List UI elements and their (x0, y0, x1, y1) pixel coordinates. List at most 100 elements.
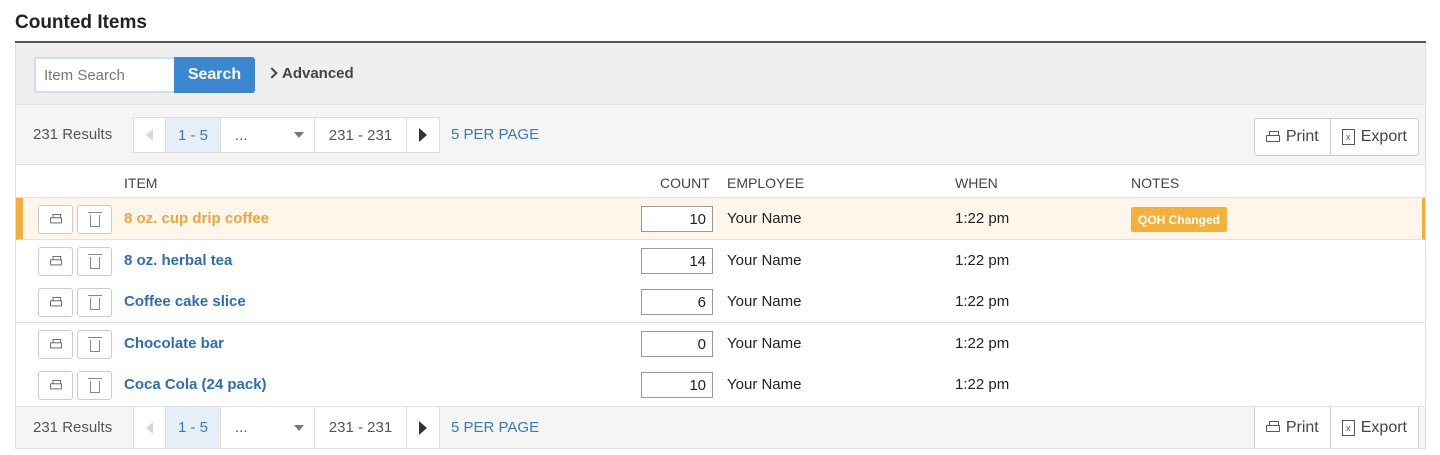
prev-page-button[interactable] (134, 118, 166, 152)
trash-icon (87, 212, 102, 227)
page-select-value: ... (235, 126, 248, 144)
page-title: Counted Items (15, 12, 147, 33)
employee-name: Your Name (727, 252, 802, 269)
table-row: Coffee cake slice Your Name 1:22 pm (16, 281, 1425, 323)
trash-icon (87, 254, 102, 269)
count-input[interactable] (641, 372, 713, 398)
count-time: 1:22 pm (955, 252, 1010, 269)
printer-icon (49, 255, 62, 267)
pagination-top: 231 Results 1 - 5 ... 231 - 231 5 PER PA… (16, 105, 1425, 165)
next-page-button[interactable] (407, 118, 439, 152)
printer-icon (1265, 130, 1280, 144)
caret-down-icon (294, 132, 304, 138)
chevron-right-icon (266, 67, 278, 79)
caret-down-icon (294, 424, 304, 431)
row-delete-button[interactable] (77, 371, 112, 400)
employee-name: Your Name (727, 293, 802, 310)
row-actions (38, 288, 112, 317)
table-row: 8 oz. cup drip coffee Your Name 1:22 pm … (16, 198, 1425, 240)
page-select[interactable]: ... (221, 118, 315, 152)
column-header-notes: NOTES (1131, 175, 1180, 191)
results-count: 231 Results (33, 126, 113, 143)
count-time: 1:22 pm (955, 210, 1010, 227)
printer-icon (49, 338, 62, 350)
column-header-when: WHEN (955, 175, 998, 191)
print-label: Print (1285, 418, 1319, 436)
prev-page-button[interactable] (134, 407, 166, 448)
printer-icon (49, 213, 62, 225)
pager: 1 - 5 ... 231 - 231 (133, 117, 440, 153)
row-delete-button[interactable] (77, 247, 112, 276)
count-input[interactable] (641, 331, 713, 357)
item-link[interactable]: Chocolate bar (124, 335, 224, 352)
pagination-bottom: 231 Results 1 - 5 ... 231 - 231 5 PER PA… (16, 406, 1425, 448)
last-page-range[interactable]: 231 - 231 (315, 407, 407, 448)
item-link[interactable]: 8 oz. herbal tea (124, 252, 232, 269)
table-row: 8 oz. herbal tea Your Name 1:22 pm (16, 240, 1425, 282)
count-input[interactable] (641, 289, 713, 315)
chevron-left-icon (146, 421, 153, 434)
row-delete-button[interactable] (77, 205, 112, 234)
count-time: 1:22 pm (955, 335, 1010, 352)
advanced-label: Advanced (282, 65, 354, 82)
row-print-button[interactable] (38, 205, 73, 234)
trash-icon (87, 337, 102, 352)
row-print-button[interactable] (38, 247, 73, 276)
page-select[interactable]: ... (221, 407, 315, 448)
column-header-employee: EMPLOYEE (727, 175, 805, 191)
row-actions (38, 247, 112, 276)
print-button[interactable]: Print (1255, 407, 1331, 448)
last-page-range[interactable]: 231 - 231 (315, 118, 407, 152)
printer-icon (49, 379, 62, 391)
toolbar-buttons: Print x Export (1253, 407, 1419, 448)
per-page-link[interactable]: 5 PER PAGE (451, 126, 539, 143)
advanced-toggle[interactable]: Advanced (266, 65, 354, 82)
export-label: Export (1360, 418, 1407, 436)
export-file-icon: x (1341, 419, 1355, 436)
pager: 1 - 5 ... 231 - 231 (133, 407, 440, 448)
table-row: Chocolate bar Your Name 1:22 pm (16, 323, 1425, 365)
row-print-button[interactable] (38, 371, 73, 400)
toolbar-buttons: Print x Export (1253, 118, 1419, 156)
chevron-right-icon (419, 420, 427, 435)
counted-items-panel: Search Advanced 231 Results 1 - 5 ... 23… (15, 43, 1426, 449)
row-delete-button[interactable] (77, 330, 112, 359)
item-link[interactable]: Coffee cake slice (124, 293, 246, 310)
chevron-right-icon (419, 128, 427, 142)
search-button[interactable]: Search (174, 57, 255, 93)
row-actions (38, 330, 112, 359)
search-bar: Search Advanced (16, 43, 1425, 105)
print-label: Print (1285, 128, 1319, 145)
print-button[interactable]: Print (1255, 119, 1331, 155)
item-link[interactable]: 8 oz. cup drip coffee (124, 210, 269, 227)
row-actions (38, 371, 112, 400)
row-print-button[interactable] (38, 288, 73, 317)
count-time: 1:22 pm (955, 376, 1010, 393)
export-label: Export (1360, 128, 1407, 145)
count-input[interactable] (641, 206, 713, 232)
table-header: ITEM COUNT EMPLOYEE WHEN NOTES (16, 166, 1425, 198)
export-file-icon: x (1341, 129, 1355, 145)
trash-icon (87, 295, 102, 310)
count-input[interactable] (641, 248, 713, 274)
current-page-range[interactable]: 1 - 5 (166, 118, 221, 152)
count-time: 1:22 pm (955, 293, 1010, 310)
next-page-button[interactable] (407, 407, 439, 448)
trash-icon (87, 378, 102, 393)
row-print-button[interactable] (38, 330, 73, 359)
column-header-count: COUNT (660, 175, 710, 191)
item-link[interactable]: Coca Cola (24 pack) (124, 376, 267, 393)
printer-icon (49, 296, 62, 308)
employee-name: Your Name (727, 335, 802, 352)
per-page-link[interactable]: 5 PER PAGE (451, 419, 539, 436)
item-search-input[interactable] (34, 57, 174, 93)
employee-name: Your Name (727, 376, 802, 393)
export-button[interactable]: x Export (1331, 119, 1418, 155)
export-button[interactable]: x Export (1331, 407, 1418, 448)
row-delete-button[interactable] (77, 288, 112, 317)
page-select-value: ... (235, 419, 248, 436)
current-page-range[interactable]: 1 - 5 (166, 407, 221, 448)
qoh-changed-badge: QOH Changed (1131, 207, 1228, 232)
row-actions (38, 205, 112, 234)
chevron-left-icon (146, 129, 153, 141)
